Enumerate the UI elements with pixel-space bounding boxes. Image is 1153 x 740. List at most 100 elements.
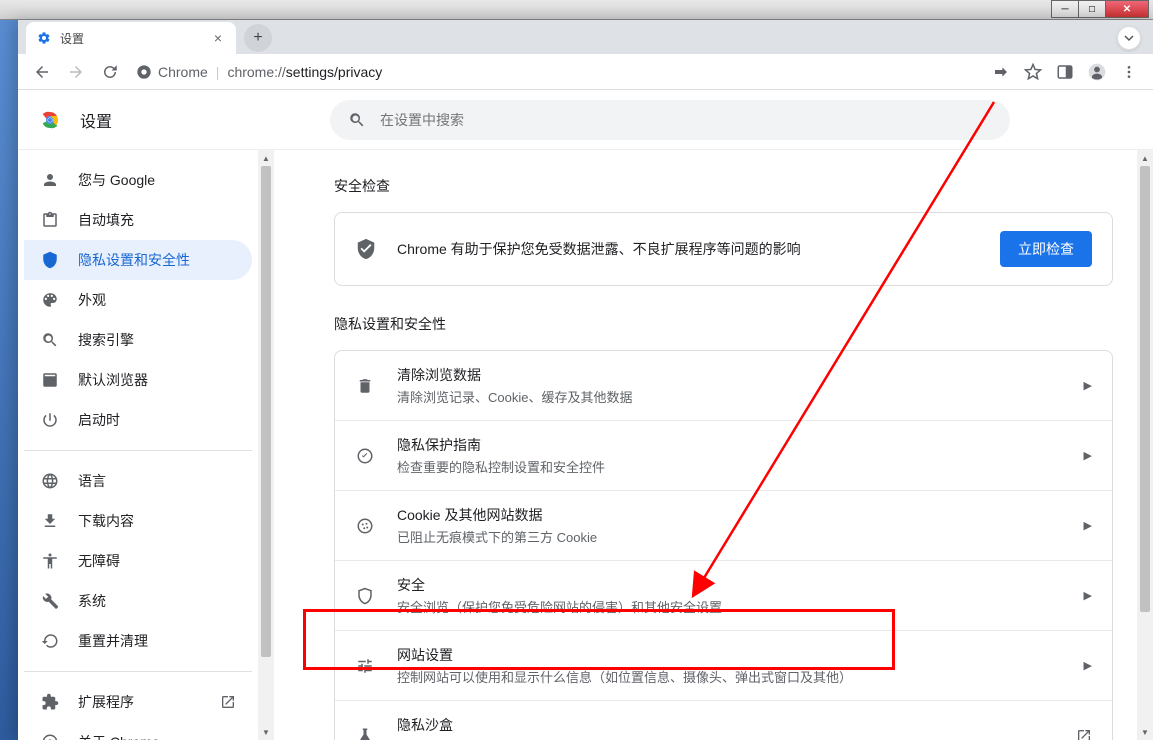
sidebar-item-privacy[interactable]: 隐私设置和安全性: [24, 240, 252, 280]
row-sub: 控制网站可以使用和显示什么信息（如位置信息、摄像头、弹出式窗口及其他）: [397, 667, 1062, 686]
row-sub: 清除浏览记录、Cookie、缓存及其他数据: [397, 387, 1062, 406]
back-button[interactable]: [28, 58, 56, 86]
sidebar-item-default-browser[interactable]: 默认浏览器: [24, 360, 252, 400]
sidebar-item-downloads[interactable]: 下载内容: [24, 501, 252, 541]
settings-sidebar: 您与 Google 自动填充 隐私设置和安全性 外观 搜索引擎 默认浏览器 启动…: [18, 150, 258, 740]
palette-icon: [40, 291, 60, 309]
tab-settings[interactable]: 设置 ×: [26, 22, 236, 54]
share-icon[interactable]: [987, 58, 1015, 86]
sidebar-item-extensions[interactable]: 扩展程序: [24, 682, 252, 722]
chrome-icon: [136, 64, 152, 80]
shield-check-icon: [355, 238, 377, 260]
browser-window: 设置 × + Chrome | chrome://settings: [18, 20, 1153, 740]
page-scrollbar[interactable]: ▲ ▼: [1137, 150, 1153, 740]
row-clear-data[interactable]: 清除浏览数据清除浏览记录、Cookie、缓存及其他数据 ▶: [335, 351, 1112, 420]
close-window-button[interactable]: ✕: [1105, 0, 1149, 18]
reload-button[interactable]: [96, 58, 124, 86]
tab-dropdown-icon[interactable]: [1117, 26, 1141, 50]
row-privacy-sandbox[interactable]: 隐私沙盒试用版功能已开启: [335, 700, 1112, 740]
flask-icon: [355, 727, 375, 740]
chevron-right-icon: ▶: [1084, 379, 1092, 392]
scroll-up-icon[interactable]: ▲: [1137, 150, 1153, 166]
url-scheme-label: Chrome: [158, 64, 208, 80]
sidebar-item-label: 下载内容: [78, 511, 134, 531]
tab-close-button[interactable]: ×: [210, 28, 226, 48]
sidebar-item-autofill[interactable]: 自动填充: [24, 200, 252, 240]
safety-check-card: Chrome 有助于保护您免受数据泄露、不良扩展程序等问题的影响 立即检查: [334, 212, 1113, 286]
sidebar-item-accessibility[interactable]: 无障碍: [24, 541, 252, 581]
cookie-icon: [355, 517, 375, 535]
row-cookies[interactable]: Cookie 及其他网站数据已阻止无痕模式下的第三方 Cookie ▶: [335, 490, 1112, 560]
tab-strip: 设置 × +: [18, 20, 1153, 54]
sidebar-item-label: 关于 Chrome: [78, 732, 160, 740]
search-icon: [348, 111, 366, 129]
page-title: 设置: [80, 108, 112, 132]
sidebar-item-label: 系统: [78, 591, 106, 611]
trash-icon: [355, 377, 375, 395]
sidebar-item-label: 搜索引擎: [78, 330, 134, 350]
chrome-logo-icon: [38, 108, 62, 132]
sidebar-item-reset[interactable]: 重置并清理: [24, 621, 252, 661]
shield-icon: [40, 251, 60, 269]
sidebar-item-label: 默认浏览器: [78, 370, 148, 390]
sidebar-item-search[interactable]: 搜索引擎: [24, 320, 252, 360]
section-title-safety: 安全检查: [334, 176, 1113, 196]
minimize-button[interactable]: ─: [1051, 0, 1079, 18]
search-icon: [40, 331, 60, 349]
row-sub: 已阻止无痕模式下的第三方 Cookie: [397, 527, 1062, 546]
sidepanel-icon[interactable]: [1051, 58, 1079, 86]
row-title: Cookie 及其他网站数据: [397, 505, 1062, 525]
scrollbar-thumb[interactable]: [261, 166, 271, 657]
row-site-settings[interactable]: 网站设置控制网站可以使用和显示什么信息（如位置信息、摄像头、弹出式窗口及其他） …: [335, 630, 1112, 700]
maximize-button[interactable]: ☐: [1078, 0, 1106, 18]
sidebar-item-about[interactable]: 关于 Chrome: [24, 722, 252, 740]
external-link-icon: [1076, 728, 1092, 740]
scroll-up-icon[interactable]: ▲: [258, 150, 274, 166]
wrench-icon: [40, 592, 60, 610]
chevron-right-icon: ▶: [1084, 589, 1092, 602]
sidebar-item-label: 自动填充: [78, 210, 134, 230]
sidebar-item-appearance[interactable]: 外观: [24, 280, 252, 320]
sidebar-item-startup[interactable]: 启动时: [24, 400, 252, 440]
new-tab-button[interactable]: +: [244, 24, 272, 52]
sidebar-item-label: 您与 Google: [78, 170, 155, 190]
scroll-down-icon[interactable]: ▼: [258, 724, 274, 740]
sidebar-item-label: 启动时: [78, 410, 120, 430]
sidebar-scrollbar[interactable]: ▲ ▼: [258, 150, 274, 740]
sidebar-item-label: 无障碍: [78, 551, 120, 571]
sidebar-item-label: 扩展程序: [78, 692, 134, 712]
browser-toolbar: Chrome | chrome://settings/privacy: [18, 54, 1153, 90]
row-sub: 检查重要的隐私控制设置和安全控件: [397, 457, 1062, 476]
restore-icon: [40, 632, 60, 650]
profile-icon[interactable]: [1083, 58, 1111, 86]
row-title: 隐私保护指南: [397, 435, 1062, 455]
sidebar-item-you-and-google[interactable]: 您与 Google: [24, 160, 252, 200]
settings-main: 安全检查 Chrome 有助于保护您免受数据泄露、不良扩展程序等问题的影响 立即…: [274, 150, 1153, 740]
chrome-icon: [40, 733, 60, 740]
scroll-down-icon[interactable]: ▼: [1137, 724, 1153, 740]
accessibility-icon: [40, 552, 60, 570]
sidebar-item-system[interactable]: 系统: [24, 581, 252, 621]
row-title: 隐私沙盒: [397, 715, 1054, 735]
row-privacy-guide[interactable]: 隐私保护指南检查重要的隐私控制设置和安全控件 ▶: [335, 420, 1112, 490]
extension-icon: [40, 693, 60, 711]
sidebar-item-label: 外观: [78, 290, 106, 310]
address-bar[interactable]: Chrome | chrome://settings/privacy: [130, 64, 981, 80]
bookmark-icon[interactable]: [1019, 58, 1047, 86]
menu-icon[interactable]: [1115, 58, 1143, 86]
settings-page: 设置 您与 Google 自动填充 隐私设置和安全性 外观 搜索引擎 默认浏览器…: [18, 90, 1153, 740]
tab-title: 设置: [60, 30, 84, 47]
forward-button[interactable]: [62, 58, 90, 86]
chevron-right-icon: ▶: [1084, 449, 1092, 462]
scrollbar-thumb[interactable]: [1140, 166, 1150, 612]
section-title-privacy: 隐私设置和安全性: [334, 314, 1113, 334]
row-title: 清除浏览数据: [397, 365, 1062, 385]
safety-check-button[interactable]: 立即检查: [1000, 231, 1092, 267]
row-security[interactable]: 安全安全浏览（保护您免受危险网站的侵害）和其他安全设置 ▶: [335, 560, 1112, 630]
settings-search[interactable]: [330, 100, 1010, 140]
sidebar-divider: [24, 671, 252, 672]
search-input[interactable]: [380, 112, 992, 128]
url-host: chrome://: [227, 64, 285, 80]
sidebar-item-languages[interactable]: 语言: [24, 461, 252, 501]
security-icon: [355, 587, 375, 605]
